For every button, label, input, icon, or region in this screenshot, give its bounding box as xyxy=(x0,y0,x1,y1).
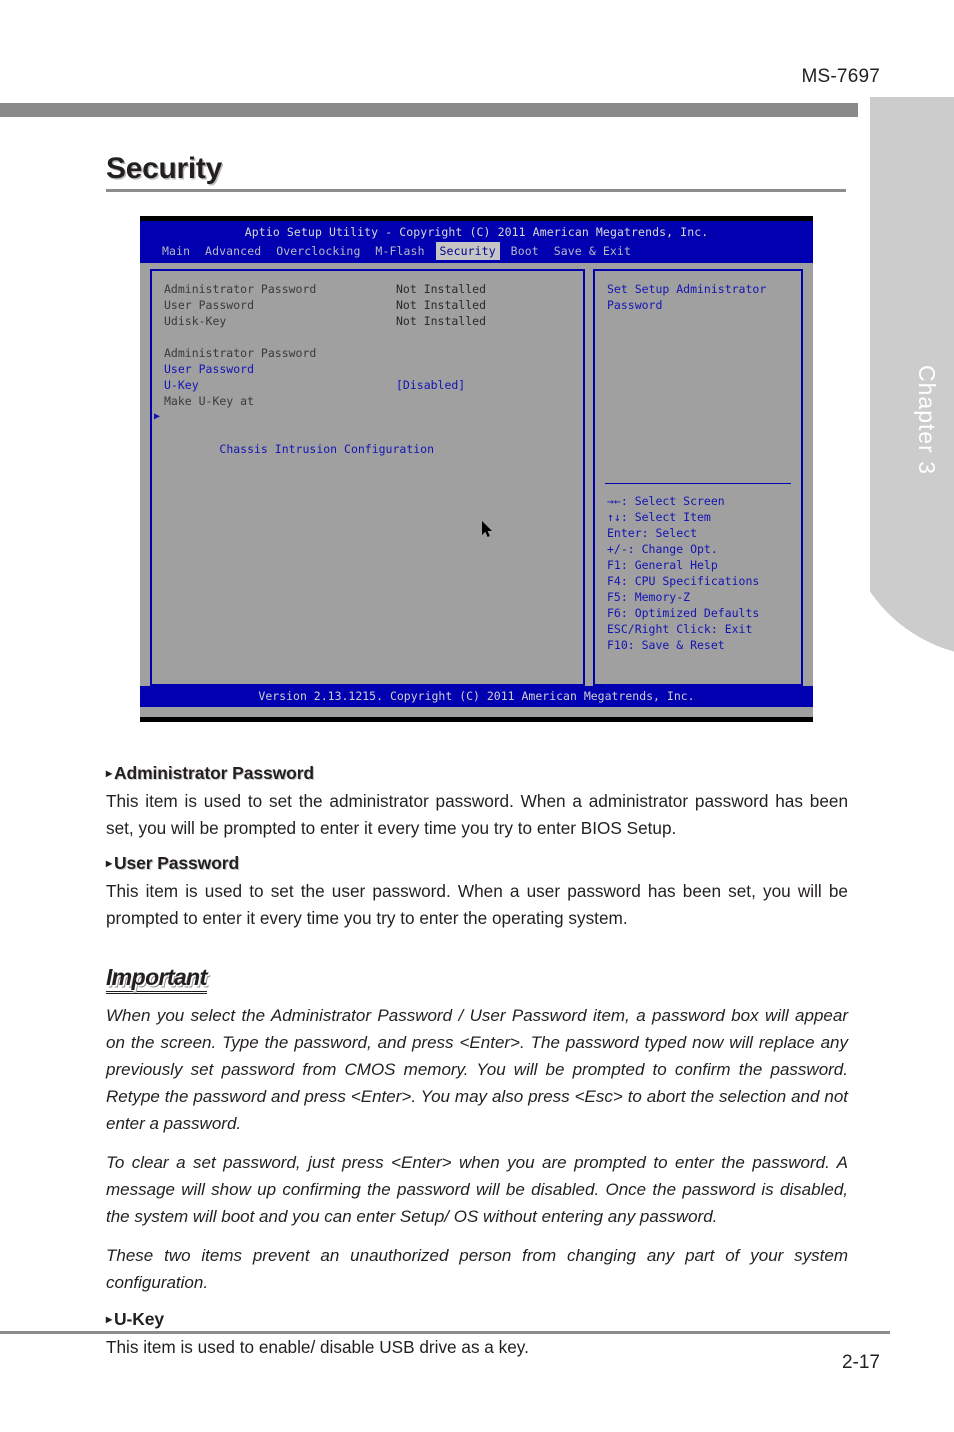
key-legend-item: F10: Save & Reset xyxy=(607,638,725,652)
bios-help-divider xyxy=(605,483,791,484)
bios-tab-main[interactable]: Main xyxy=(158,242,194,260)
bios-key-legend: →←: Select Screen ↑↓: Select Item Enter:… xyxy=(607,493,759,653)
key-legend-item: F1: General Help xyxy=(607,558,718,572)
key-legend-item: F4: CPU Specifications xyxy=(607,574,760,588)
heading-u-key: ▸ U-Key xyxy=(106,1308,848,1330)
title-underline xyxy=(106,189,846,192)
bios-screenshot: Aptio Setup Utility - Copyright (C) 2011… xyxy=(140,216,813,722)
important-paragraph-2: To clear a set password, just press <Ent… xyxy=(106,1153,848,1226)
bios-status-label: User Password xyxy=(164,298,255,312)
chapter-tab: Chapter 3 xyxy=(858,97,954,657)
bios-tab-overclocking[interactable]: Overclocking xyxy=(272,242,364,260)
header-rule xyxy=(0,103,890,117)
bios-tab-boot[interactable]: Boot xyxy=(507,242,543,260)
important-paragraph-3: These two items prevent an unauthorized … xyxy=(106,1246,848,1292)
bios-item-user-password[interactable]: User Password xyxy=(164,361,583,377)
important-title: Important xyxy=(106,964,207,994)
bios-status-value: Not Installed xyxy=(396,298,487,312)
bios-status-label: Udisk-Key xyxy=(164,314,227,328)
bios-status-row: Administrator Password Not Installed xyxy=(164,281,583,297)
bullet-icon: ▸ xyxy=(106,766,112,780)
bios-tab-save-exit[interactable]: Save & Exit xyxy=(550,242,635,260)
bios-settings-panel: Administrator Password Not Installed User… xyxy=(150,269,585,686)
bios-tab-security[interactable]: Security xyxy=(435,242,500,260)
bios-status-value: Not Installed xyxy=(396,314,487,328)
chapter-tab-label: Chapter 3 xyxy=(914,365,940,476)
bios-help-panel: Set Setup Administrator Password →←: Sel… xyxy=(593,269,803,686)
bios-tab-advanced[interactable]: Advanced xyxy=(201,242,265,260)
page-number: 2-17 xyxy=(841,1352,880,1373)
bios-status-label: Administrator Password xyxy=(164,282,317,296)
bios-item-label: U-Key xyxy=(164,378,199,392)
key-legend-item: Enter: Select xyxy=(607,526,698,540)
bios-body: Administrator Password Not Installed User… xyxy=(140,263,813,686)
bios-item-label: Chassis Intrusion Configuration xyxy=(219,442,435,456)
bios-item-chassis-intrusion-configuration[interactable]: ▶ Chassis Intrusion Configuration xyxy=(154,409,583,456)
bullet-icon: ▸ xyxy=(106,1312,112,1326)
paragraph-user-password: This item is used to set the user passwo… xyxy=(106,881,848,928)
key-legend-item: →←: Select Screen xyxy=(607,494,725,508)
important-callout: Important When you select the Administra… xyxy=(106,964,848,1296)
key-legend-item: ESC/Right Click: Exit xyxy=(607,622,753,636)
bios-status-row: Udisk-Key Not Installed xyxy=(164,313,583,329)
key-legend-item: F5: Memory-Z xyxy=(607,590,691,604)
key-legend-item: F6: Optimized Defaults xyxy=(607,606,760,620)
key-legend-item: +/-: Change Opt. xyxy=(607,542,718,556)
important-paragraph-1: When you select the Administrator Passwo… xyxy=(106,1006,848,1133)
heading-user-password: ▸ User Password xyxy=(106,852,848,874)
bios-titlebar: Aptio Setup Utility - Copyright (C) 2011… xyxy=(140,221,813,241)
footer-rule xyxy=(0,1331,890,1334)
paragraph-u-key: This item is used to enable/ disable USB… xyxy=(106,1337,529,1357)
key-legend-item: ↑↓: Select Item xyxy=(607,510,711,524)
bios-item-label: Administrator Password xyxy=(164,346,317,360)
bios-tab-mflash[interactable]: M-Flash xyxy=(371,242,428,260)
bios-item-administrator-password[interactable]: Administrator Password xyxy=(164,345,583,361)
bios-row-spacer xyxy=(164,329,583,345)
page-title: Security xyxy=(106,152,222,185)
document-content: ▸ Administrator Password This item is use… xyxy=(106,752,848,1367)
heading-text: Administrator Password xyxy=(113,763,315,783)
bios-item-label: User Password xyxy=(164,362,255,376)
bios-footer: Version 2.13.1215. Copyright (C) 2011 Am… xyxy=(140,686,813,707)
model-code: MS-7697 xyxy=(801,66,880,87)
bios-item-u-key[interactable]: U-Key [Disabled] xyxy=(164,377,583,393)
paragraph-administrator-password: This item is used to set the administrat… xyxy=(106,791,848,838)
bios-item-make-u-key-at[interactable]: Make U-Key at xyxy=(164,393,583,409)
bios-status-row: User Password Not Installed xyxy=(164,297,583,313)
bios-item-label: Make U-Key at xyxy=(164,394,255,408)
mouse-cursor-icon xyxy=(482,521,492,537)
bios-item-value[interactable]: [Disabled] xyxy=(396,378,465,392)
heading-text: U-Key xyxy=(113,1309,165,1329)
bios-menubar[interactable]: Main Advanced Overclocking M-Flash Secur… xyxy=(140,241,813,263)
bullet-icon: ▸ xyxy=(106,856,112,870)
chapter-tab-shape xyxy=(858,97,954,657)
heading-administrator-password: ▸ Administrator Password xyxy=(106,762,848,784)
bios-status-value: Not Installed xyxy=(396,282,487,296)
bios-help-text: Set Setup Administrator Password xyxy=(607,282,767,312)
heading-text: User Password xyxy=(113,853,240,873)
submenu-arrow-icon: ▶ xyxy=(154,411,161,422)
